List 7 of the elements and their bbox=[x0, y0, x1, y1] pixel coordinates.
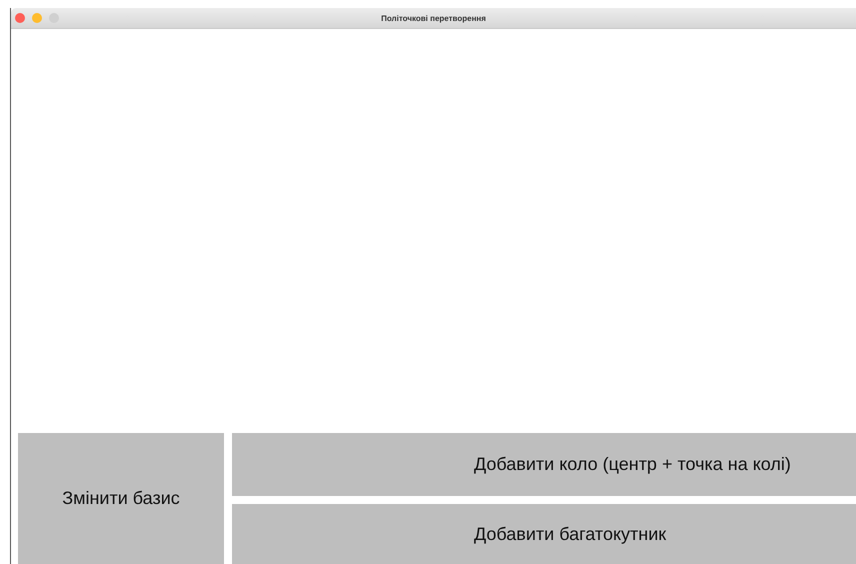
minimize-icon[interactable] bbox=[32, 13, 42, 23]
add-circle-button[interactable]: Добавити коло (центр + точка на колі) bbox=[232, 433, 856, 496]
add-polygon-button[interactable]: Добавити багатокутник bbox=[232, 504, 856, 564]
close-icon[interactable] bbox=[15, 13, 25, 23]
window-title: Політочкові перетворення bbox=[381, 14, 486, 22]
zoom-icon[interactable] bbox=[49, 13, 59, 23]
change-basis-button[interactable]: Змінити базис bbox=[18, 433, 224, 564]
